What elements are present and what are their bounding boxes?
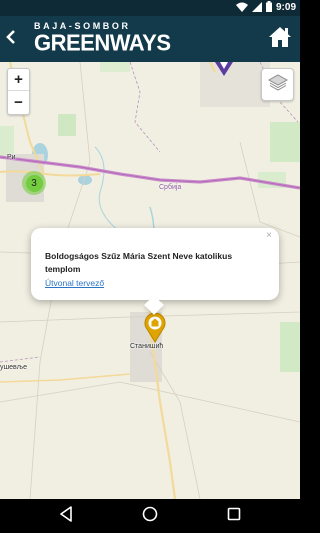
- status-icons: 9:09: [235, 0, 296, 17]
- poi-marker[interactable]: [144, 312, 166, 343]
- stream: [94, 146, 121, 233]
- region-border: [129, 62, 161, 153]
- map-view[interactable]: + − 3 Ри Србија Станишић ушевље × Boldog…: [0, 62, 300, 499]
- park-area: [280, 322, 300, 372]
- route-planner-link[interactable]: Útvonal tervező: [45, 278, 104, 288]
- place-label: Ри: [7, 154, 16, 161]
- poi-popup: × Boldogságos Szűz Mária Szent Neve kato…: [31, 228, 279, 315]
- back-button[interactable]: [0, 16, 22, 62]
- main-road: [148, 331, 177, 499]
- nav-home-button[interactable]: [140, 506, 160, 526]
- wifi-icon: [235, 0, 248, 17]
- map-marker-purple[interactable]: [213, 62, 235, 78]
- zoom-control: + −: [7, 68, 30, 115]
- place-label: Станишић: [130, 343, 164, 350]
- park-area: [58, 114, 76, 136]
- layers-icon: [267, 73, 288, 96]
- system-nav-bar: [0, 499, 300, 533]
- status-bar: 9:09: [0, 0, 300, 16]
- popup-title: Boldogságos Szűz Mária Szent Neve katoli…: [45, 251, 233, 274]
- cluster-marker[interactable]: 3: [22, 171, 46, 195]
- logo-main-text: GREENWAYS: [34, 29, 171, 56]
- app-header: BAJA-SOMBOR GREENWAYS: [0, 16, 300, 62]
- status-time: 9:09: [275, 2, 296, 13]
- back-triangle-icon: [59, 505, 73, 527]
- nav-back-button[interactable]: [56, 505, 76, 527]
- home-icon: [268, 26, 292, 53]
- main-road: [0, 373, 131, 383]
- layers-button[interactable]: [261, 68, 294, 101]
- park-area: [0, 126, 14, 156]
- country-label: Србија: [159, 184, 182, 191]
- chevron-left-icon: [6, 29, 16, 49]
- recent-square-icon: [227, 507, 241, 526]
- road: [0, 381, 300, 423]
- nav-recent-button[interactable]: [224, 506, 244, 526]
- battery-icon: [265, 0, 272, 17]
- park-area: [100, 62, 130, 72]
- zoom-out-button[interactable]: −: [8, 91, 29, 113]
- home-circle-icon: [142, 506, 158, 527]
- home-button[interactable]: [266, 25, 294, 53]
- zoom-in-button[interactable]: +: [8, 69, 29, 91]
- cluster-count: 3: [25, 174, 43, 192]
- town-area: [200, 62, 270, 107]
- park-area: [270, 122, 300, 162]
- place-label: ушевље: [0, 364, 27, 371]
- region-border: [0, 356, 41, 363]
- signal-icon: [251, 0, 262, 17]
- popup-close-button[interactable]: ×: [266, 231, 272, 241]
- marker-pin-icon: [215, 62, 233, 76]
- church-pin-icon: [144, 312, 166, 343]
- app-logo: BAJA-SOMBOR GREENWAYS: [34, 21, 171, 57]
